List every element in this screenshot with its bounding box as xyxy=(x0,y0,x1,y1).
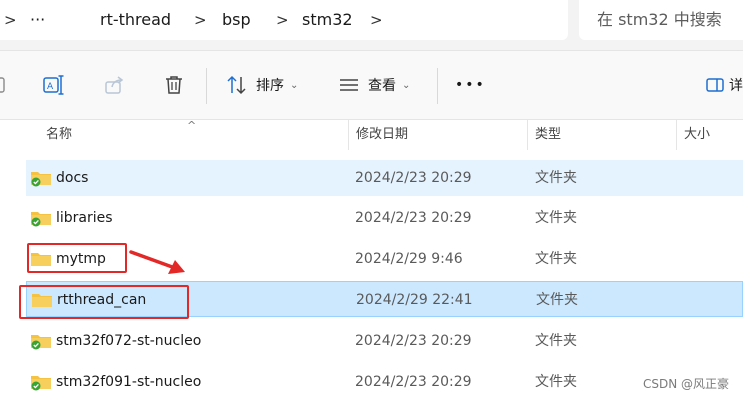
breadcrumb-stm32[interactable]: stm32 xyxy=(302,0,353,40)
chevron-down-icon: ⌄ xyxy=(290,79,299,91)
file-name: docs xyxy=(56,170,89,186)
file-row-stm32f091[interactable]: stm32f091-st-nucleo 2024/2/23 20:29 文件夹 xyxy=(26,364,743,400)
file-modified: 2024/2/29 9:46 xyxy=(355,251,463,267)
search-placeholder: 在 stm32 中搜索 xyxy=(597,10,722,29)
annotation-box-mytmp xyxy=(27,243,127,273)
column-divider[interactable] xyxy=(527,120,528,150)
details-pane-button[interactable]: 详 xyxy=(705,51,743,119)
column-divider[interactable] xyxy=(348,120,349,150)
chevron-right-icon[interactable]: > xyxy=(194,0,207,40)
folder-synced-icon xyxy=(31,335,51,350)
sort-ascending-icon: ^ xyxy=(187,119,197,132)
watermark: CSDN @风正豪 xyxy=(642,377,729,391)
chevron-right-icon[interactable]: > xyxy=(370,0,383,40)
file-name: stm32f072-st-nucleo xyxy=(56,333,202,349)
file-modified: 2024/2/23 20:29 xyxy=(355,170,472,186)
file-type: 文件夹 xyxy=(535,333,577,349)
file-name: libraries xyxy=(56,210,113,226)
rename-icon: A xyxy=(43,75,64,95)
view-button[interactable]: 查看 ⌄ xyxy=(338,51,410,119)
view-label: 查看 xyxy=(368,78,396,94)
sort-button[interactable]: 排序 ⌄ xyxy=(226,51,298,119)
chevron-right-icon[interactable]: > xyxy=(276,0,289,40)
file-modified: 2024/2/29 22:41 xyxy=(356,292,473,308)
file-type: 文件夹 xyxy=(535,251,577,267)
chevron-down-icon: ⌄ xyxy=(402,79,411,91)
details-label: 详 xyxy=(729,78,743,94)
folder-synced-icon xyxy=(31,376,51,391)
file-row-docs[interactable]: docs 2024/2/23 20:29 文件夹 xyxy=(26,160,743,196)
column-header-modified[interactable]: 修改日期 xyxy=(356,120,408,150)
view-list-icon xyxy=(340,79,358,91)
address-bar[interactable]: > ··· rt-thread > bsp > stm32 > xyxy=(0,0,568,40)
file-type: 文件夹 xyxy=(535,374,577,390)
annotation-arrow-icon xyxy=(129,250,185,274)
file-modified: 2024/2/23 20:29 xyxy=(355,333,472,349)
column-headers: ^ 名称 修改日期 类型 大小 xyxy=(0,120,743,150)
folder-synced-icon xyxy=(31,172,51,187)
column-header-type[interactable]: 类型 xyxy=(535,120,561,150)
share-icon xyxy=(105,76,124,94)
address-bar-area: > ··· rt-thread > bsp > stm32 > 在 stm32 … xyxy=(0,0,743,50)
file-row-libraries[interactable]: libraries 2024/2/23 20:29 文件夹 xyxy=(26,200,743,236)
details-pane-icon xyxy=(706,78,724,92)
chevron-right-icon[interactable]: > xyxy=(4,0,17,40)
trash-icon xyxy=(166,76,182,94)
share-button[interactable] xyxy=(103,51,125,119)
copy-button[interactable] xyxy=(0,51,6,119)
file-type: 文件夹 xyxy=(535,170,577,186)
breadcrumb-bsp[interactable]: bsp xyxy=(222,0,251,40)
search-input[interactable]: 在 stm32 中搜索 xyxy=(579,0,743,40)
file-row-stm32f072[interactable]: stm32f072-st-nucleo 2024/2/23 20:29 文件夹 xyxy=(26,323,743,359)
delete-button[interactable] xyxy=(163,51,185,119)
breadcrumb-more-button[interactable]: ··· xyxy=(30,0,45,40)
command-bar: A 排序 ⌄ 查看 ⌄ ••• 详 xyxy=(0,50,743,120)
file-modified: 2024/2/23 20:29 xyxy=(355,210,472,226)
svg-text:A: A xyxy=(47,82,54,92)
sort-icon xyxy=(227,75,246,95)
copy-icon xyxy=(0,77,5,93)
more-options-button[interactable]: ••• xyxy=(455,51,486,119)
column-divider[interactable] xyxy=(676,120,677,150)
column-header-size[interactable]: 大小 xyxy=(684,120,710,150)
toolbar-divider xyxy=(206,68,207,104)
file-modified: 2024/2/23 20:29 xyxy=(355,374,472,390)
file-type: 文件夹 xyxy=(535,210,577,226)
breadcrumb-rt-thread[interactable]: rt-thread xyxy=(100,0,171,40)
file-name: stm32f091-st-nucleo xyxy=(56,374,202,390)
rename-button[interactable]: A xyxy=(42,51,66,119)
annotation-box-rtthread-can xyxy=(19,285,189,319)
toolbar-divider xyxy=(437,68,438,104)
more-icon: ••• xyxy=(455,77,486,93)
file-type: 文件夹 xyxy=(536,292,578,308)
column-header-name[interactable]: 名称 xyxy=(46,120,72,150)
sort-label: 排序 xyxy=(256,78,284,94)
folder-synced-icon xyxy=(31,212,51,227)
